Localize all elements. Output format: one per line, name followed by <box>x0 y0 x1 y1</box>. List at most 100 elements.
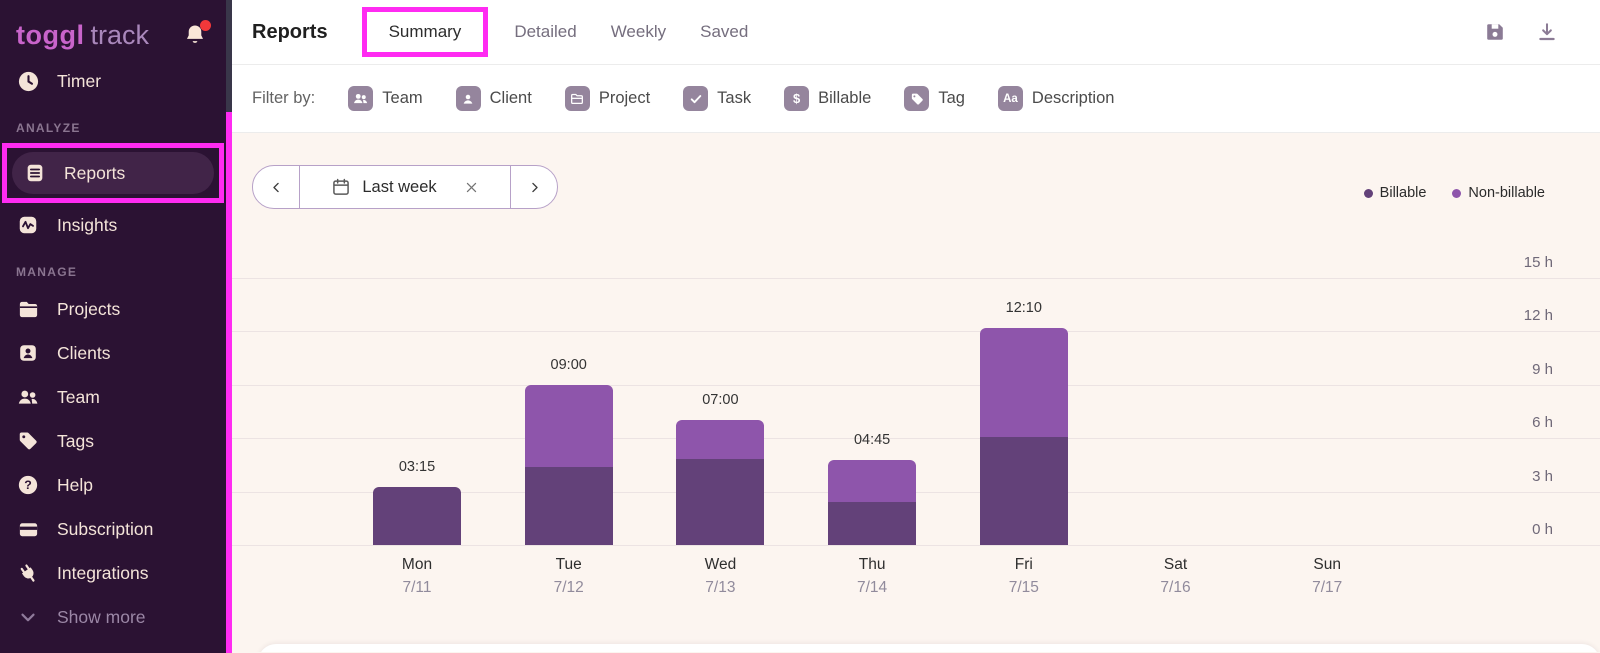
credit-card-icon <box>16 517 40 541</box>
sidebar-item-label: Team <box>57 387 100 408</box>
tab-weekly[interactable]: Weekly <box>611 22 666 42</box>
sidebar-item-tags[interactable]: Tags <box>0 419 226 463</box>
legend-item-billable[interactable]: Billable <box>1364 185 1427 201</box>
x-axis-date-label-fri: 7/15 <box>964 579 1084 597</box>
sidebar-item-integrations[interactable]: Integrations <box>0 551 226 595</box>
aa-glyph: Aa <box>1003 93 1018 105</box>
y-axis-tick-0h: 0 h <box>1532 521 1553 538</box>
filter-chip-tag[interactable]: Tag <box>904 86 965 111</box>
clear-date-filter-button[interactable] <box>464 180 479 195</box>
tag-icon <box>16 429 40 453</box>
filter-chip-billable[interactable]: $ Billable <box>784 86 871 111</box>
tag-icon <box>904 86 929 111</box>
bar-segment-billable-tue[interactable] <box>525 467 613 545</box>
date-range-selector[interactable]: Last week <box>299 166 511 208</box>
report-tabs: Summary Detailed Weekly Saved <box>370 7 749 57</box>
date-range-label: Last week <box>362 178 436 197</box>
toggl-track-logo[interactable]: toggltrack <box>16 20 149 51</box>
bar-total-label-thu: 04:45 <box>812 432 932 448</box>
svg-text:?: ? <box>24 478 32 492</box>
sidebar: toggltrack Timer ANALYZE Repor <box>0 0 226 653</box>
bar-segment-nonbillable-tue[interactable] <box>525 385 613 467</box>
gridline-9h <box>232 385 1600 386</box>
tab-summary[interactable]: Summary <box>389 22 462 41</box>
gridline-12h <box>232 331 1600 332</box>
sidebar-item-insights[interactable]: Insights <box>0 203 226 247</box>
dollar-glyph: $ <box>793 91 800 106</box>
bar-segment-billable-fri[interactable] <box>980 437 1068 545</box>
tab-detailed[interactable]: Detailed <box>514 22 576 42</box>
gridline-15h <box>232 278 1600 279</box>
client-icon <box>456 86 481 111</box>
main-area: Reports Summary Detailed Weekly Saved <box>232 0 1600 653</box>
bar-segment-nonbillable-wed[interactable] <box>676 420 764 458</box>
team-icon <box>348 86 373 111</box>
x-axis-date-label-sun: 7/17 <box>1267 579 1387 597</box>
save-report-button[interactable] <box>1484 21 1506 43</box>
filter-chip-client[interactable]: Client <box>456 86 532 111</box>
export-download-button[interactable] <box>1536 21 1558 43</box>
bar-segment-billable-mon[interactable] <box>373 487 461 545</box>
filter-chip-label: Project <box>599 89 650 108</box>
sidebar-item-timer[interactable]: Timer <box>0 59 226 103</box>
bar-total-label-mon: 03:15 <box>357 459 477 475</box>
x-axis-date-label-mon: 7/11 <box>357 579 477 597</box>
legend-label: Non-billable <box>1468 185 1545 201</box>
top-bar: Reports Summary Detailed Weekly Saved <box>232 0 1600 65</box>
team-people-icon <box>16 385 40 409</box>
sidebar-item-help[interactable]: ? Help <box>0 463 226 507</box>
bar-total-label-wed: 07:00 <box>660 392 780 408</box>
filter-chip-project[interactable]: Project <box>565 86 650 111</box>
sidebar-item-label: Reports <box>64 163 125 184</box>
date-range-picker: Last week <box>252 165 558 209</box>
page-title: Reports <box>252 21 328 44</box>
bar-segment-nonbillable-fri[interactable] <box>980 328 1068 436</box>
previous-period-button[interactable] <box>253 166 299 208</box>
x-axis-day-label-sat: Sat <box>1116 556 1236 574</box>
filter-chip-task[interactable]: Task <box>683 86 751 111</box>
dollar-icon: $ <box>784 86 809 111</box>
y-axis-tick-12h: 12 h <box>1524 307 1553 324</box>
filter-chip-team[interactable]: Team <box>348 86 422 111</box>
app-root: toggltrack Timer ANALYZE Repor <box>0 0 1600 653</box>
sidebar-item-label: Help <box>57 475 93 496</box>
sidebar-item-team[interactable]: Team <box>0 375 226 419</box>
tab-saved[interactable]: Saved <box>700 22 748 42</box>
y-axis-tick-9h: 9 h <box>1532 361 1553 378</box>
task-check-icon <box>683 86 708 111</box>
filter-chip-label: Billable <box>818 89 871 108</box>
weekly-hours-bar-chart: 0 h3 h6 h9 h12 h15 h03:15Mon7/1109:00Tue… <box>232 133 1600 652</box>
sidebar-item-label: Timer <box>57 71 101 92</box>
filter-chip-description[interactable]: Aa Description <box>998 86 1115 111</box>
legend-item-non-billable[interactable]: Non-billable <box>1452 185 1545 201</box>
y-axis-tick-6h: 6 h <box>1532 414 1553 431</box>
report-content: Last week Billable Non-billable <box>232 133 1600 652</box>
sidebar-item-projects[interactable]: Projects <box>0 287 226 331</box>
download-icon <box>1536 21 1558 43</box>
sidebar-item-show-more[interactable]: Show more <box>0 595 226 639</box>
sidebar-item-clients[interactable]: Clients <box>0 331 226 375</box>
client-badge-icon <box>16 341 40 365</box>
sidebar-item-label: Integrations <box>57 563 148 584</box>
notifications-bell-icon[interactable] <box>182 22 210 50</box>
sidebar-item-label: Subscription <box>57 519 153 540</box>
bar-segment-nonbillable-thu[interactable] <box>828 460 916 502</box>
sidebar-edge-line-dark <box>226 0 232 112</box>
bar-segment-billable-wed[interactable] <box>676 459 764 545</box>
sidebar-item-label: Clients <box>57 343 111 364</box>
non-billable-dot-icon <box>1452 189 1461 198</box>
save-floppy-icon <box>1484 21 1506 43</box>
annotation-highlight-summary: Summary <box>362 7 489 57</box>
bar-total-label-fri: 12:10 <box>964 300 1084 316</box>
next-period-button[interactable] <box>511 166 557 208</box>
bar-segment-billable-thu[interactable] <box>828 502 916 545</box>
sidebar-item-reports[interactable]: Reports <box>12 152 214 194</box>
summary-table-card <box>258 644 1600 652</box>
sidebar-item-label: Show more <box>57 607 146 628</box>
annotation-highlight-reports: Reports <box>2 143 224 203</box>
folder-icon <box>16 297 40 321</box>
legend-label: Billable <box>1380 185 1427 201</box>
reports-document-icon <box>23 161 47 185</box>
sidebar-item-subscription[interactable]: Subscription <box>0 507 226 551</box>
sidebar-section-analyze: ANALYZE <box>0 103 226 143</box>
